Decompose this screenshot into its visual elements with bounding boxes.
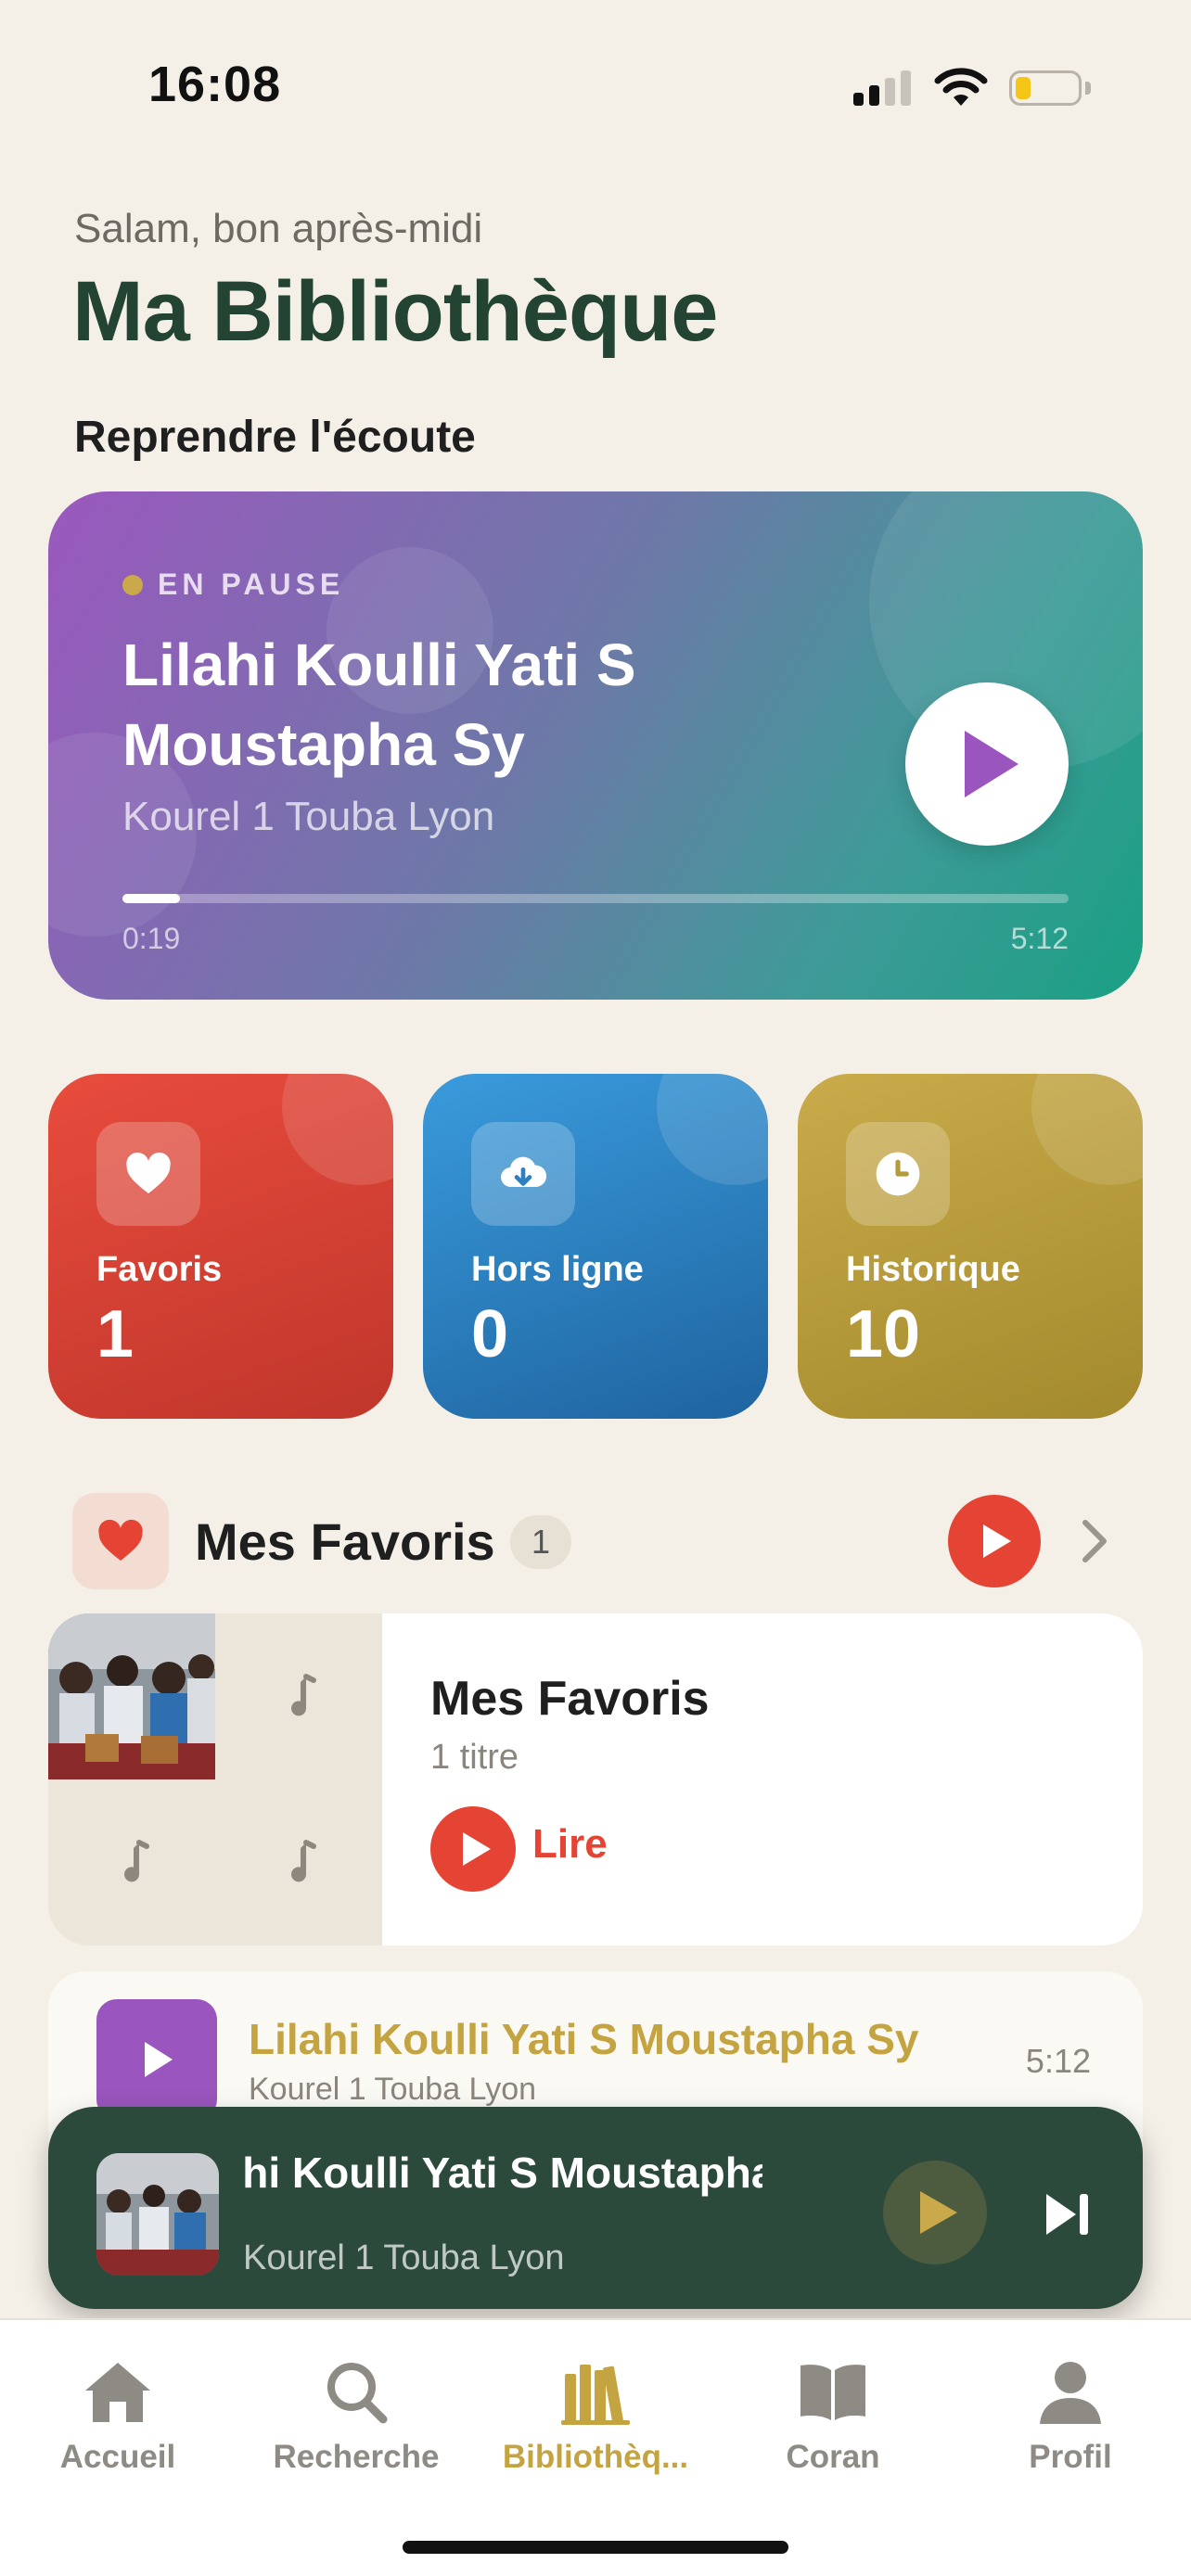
tab-label: Coran [786,2439,880,2475]
cover-photo [48,1613,215,1779]
play-icon [463,1832,491,1866]
battery-icon [1009,70,1082,106]
favorites-tile-label: Favoris [96,1250,223,1289]
offline-tile[interactable]: Hors ligne 0 [423,1074,768,1419]
profile-icon [1040,2362,1101,2424]
tab-coran[interactable]: Coran [722,2357,944,2496]
favorites-heart-icon [72,1493,169,1589]
track-play-thumb[interactable] [96,1999,217,2120]
book-icon [800,2365,865,2420]
tab-label: Bibliothèq... [502,2439,689,2475]
history-tile-label: Historique [846,1250,1020,1289]
offline-tile-count: 0 [471,1297,509,1371]
cloud-download-icon [471,1122,575,1226]
total-time: 5:12 [1010,922,1069,955]
resume-track-title: Lilahi Koulli Yati S Moustapha Sy [122,631,636,778]
signal-icon [853,70,911,106]
play-icon [920,2191,957,2234]
mini-player[interactable]: Lilahi Koulli Yati S Moustapha Sy Kourel… [48,2107,1143,2309]
music-note-icon [48,1779,215,1945]
tab-label: Recherche [273,2439,440,2475]
mini-player-title: Lilahi Koulli Yati S Moustapha Sy [243,2149,762,2197]
playlist-title: Mes Favoris [430,1672,710,1726]
page-title: Ma Bibliothèque [72,264,718,359]
tab-bibliotheque[interactable]: Bibliothèq... [484,2357,707,2496]
paused-dot [122,575,143,595]
favorites-count-badge: 1 [510,1515,571,1569]
mini-player-artist: Kourel 1 Touba Lyon [243,2238,565,2277]
tab-recherche[interactable]: Recherche [245,2357,467,2496]
status-bar: 16:08 [0,0,1191,176]
resume-section-title: Reprendre l'écoute [74,413,476,462]
playlist-mosaic [48,1613,382,1945]
clock-icon [846,1122,950,1226]
track-title: Lilahi Koulli Yati S Moustapha Sy [249,2015,919,2063]
library-icon [561,2365,630,2425]
play-icon [965,731,1018,797]
greeting: Salam, bon après-midi [74,206,483,251]
resume-card[interactable]: EN PAUSE Lilahi Koulli Yati S Moustapha … [48,491,1143,1000]
play-all-favorites-button[interactable] [948,1495,1041,1588]
status-time: 16:08 [148,57,282,112]
play-icon [145,2042,173,2077]
offline-tile-label: Hors ligne [471,1250,644,1289]
play-icon [983,1524,1011,1558]
favorites-section-title: Mes Favoris [195,1512,495,1571]
skip-next-icon[interactable] [1043,2190,1093,2238]
favorites-tile-count: 1 [96,1297,134,1371]
mini-play-button[interactable] [883,2161,987,2264]
tab-accueil[interactable]: Accueil [6,2357,229,2496]
track-duration: 5:12 [1025,2042,1091,2080]
favorites-tile[interactable]: Favoris 1 [48,1074,393,1419]
heart-icon [96,1122,200,1226]
tab-label: Accueil [59,2439,176,2475]
tab-label: Profil [1029,2439,1112,2475]
progress-bar[interactable] [122,894,1069,903]
history-tile-count: 10 [846,1297,921,1371]
playlist-play-button[interactable] [430,1806,516,1892]
resume-track-artist: Kourel 1 Touba Lyon [122,794,495,839]
music-note-icon [215,1613,382,1779]
favorites-playlist-card[interactable]: Mes Favoris 1 titre Lire [48,1613,1143,1945]
track-artist: Kourel 1 Touba Lyon [249,2072,537,2107]
wifi-icon [934,68,988,106]
home-icon [85,2363,150,2422]
home-indicator[interactable] [403,2541,788,2554]
battery-nub [1085,82,1091,95]
elapsed-time: 0:19 [122,922,181,955]
tab-bar: Accueil Recherche Bibliothèq... Coran Pr… [0,2318,1191,2576]
playlist-play-label[interactable]: Lire [532,1821,608,1868]
mini-player-cover [96,2153,219,2276]
tab-profil[interactable]: Profil [959,2357,1182,2496]
progress-fill [122,894,181,903]
playlist-track-count: 1 titre [430,1738,519,1777]
playback-status: EN PAUSE [158,567,345,601]
history-tile[interactable]: Historique 10 [798,1074,1143,1419]
resume-play-button[interactable] [905,682,1069,846]
music-note-icon [215,1779,382,1945]
search-icon [327,2363,388,2424]
chevron-right-icon[interactable] [1076,1517,1113,1565]
